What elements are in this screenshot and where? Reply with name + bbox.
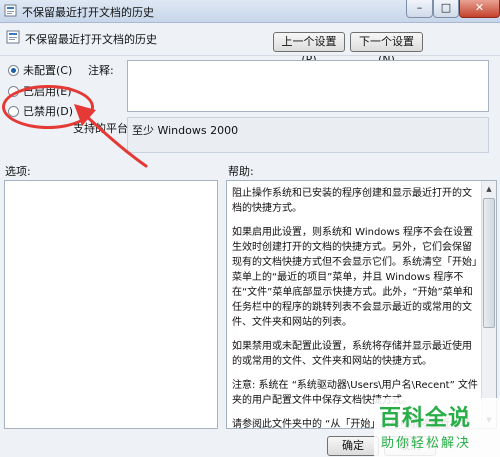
watermark-logo: 百科全说 助你轻松解决 [374, 398, 500, 457]
window-title: 不保留最近打开文档的历史 [22, 6, 154, 19]
help-paragraph: 如果启用此设置，则系统和 Windows 程序不会在设置生效时创建打开的文档的快… [232, 227, 477, 328]
help-text: 阻止操作系统和已安装的程序创建和显示最近打开的文档的快捷方式。 如果启用此设置，… [232, 186, 479, 428]
policy-icon [4, 4, 17, 17]
help-scrollbar[interactable]: ▲ ▼ [481, 181, 496, 428]
help-paragraph: 阻止操作系统和已安装的程序创建和显示最近打开的文档的快捷方式。 [232, 188, 472, 214]
watermark-subtitle: 助你轻松解决 [381, 436, 472, 451]
help-label: 帮助: [228, 165, 254, 178]
comment-label: 注释: [88, 64, 114, 77]
ok-button[interactable]: 确定 [327, 436, 379, 456]
annotation-arrow-icon [74, 104, 148, 168]
option-label: 未配置(C) [23, 64, 73, 77]
option-not-configured[interactable]: 未配置(C) [8, 63, 72, 77]
options-label: 选项: [5, 165, 31, 178]
next-setting-button[interactable]: 下一个设置(N) [350, 32, 423, 66]
scroll-up-icon[interactable]: ▲ [483, 182, 495, 196]
title-bar: 不保留最近打开文档的历史 – □ ✕ [0, 0, 500, 23]
maximize-button[interactable]: □ [433, 0, 459, 18]
options-pane[interactable] [4, 180, 218, 429]
close-button[interactable]: ✕ [459, 0, 500, 18]
comment-textarea[interactable] [127, 60, 489, 112]
setting-title: 不保留最近打开文档的历史 [25, 33, 157, 46]
platform-field: 至少 Windows 2000 [127, 117, 489, 153]
scroll-thumb[interactable] [483, 198, 495, 328]
setting-icon [6, 30, 20, 44]
header-divider [0, 55, 500, 56]
help-pane[interactable]: 阻止操作系统和已安装的程序创建和显示最近打开的文档的快捷方式。 如果启用此设置，… [226, 180, 497, 429]
minimize-button[interactable]: – [406, 0, 433, 18]
radio-not-configured[interactable] [8, 64, 19, 76]
watermark-title: 百科全说 [379, 406, 472, 431]
previous-setting-button[interactable]: 上一个设置(P) [273, 32, 345, 66]
help-paragraph: 如果禁用或未配置此设置，系统将存储并显示最近使用的或常用的文件、文件夹和网站的快… [232, 341, 472, 367]
